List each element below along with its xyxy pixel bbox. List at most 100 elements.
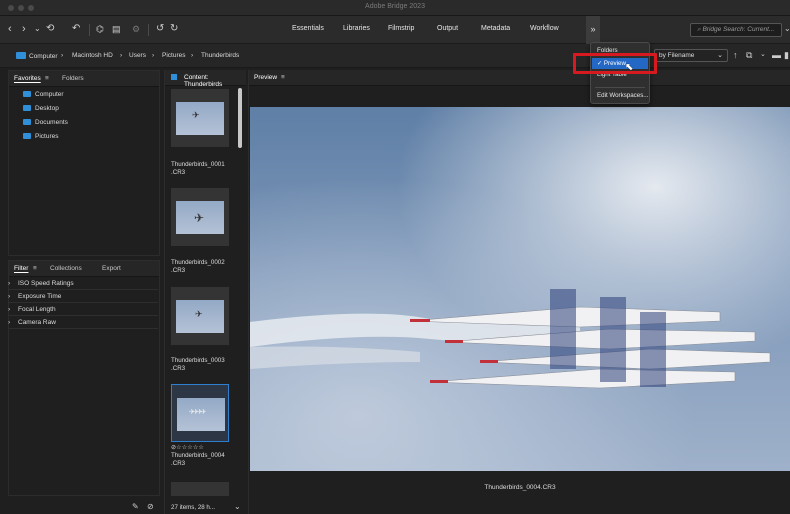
sort-by-select[interactable]: by Filename ⌄	[654, 49, 728, 62]
workspace-tab-essentials[interactable]: Essentials	[292, 25, 324, 32]
menu-item-edit-workspaces[interactable]: Edit Workspaces...	[597, 92, 648, 99]
breadcrumb-thunderbirds[interactable]: Thunderbirds	[201, 52, 239, 59]
content-panel-title: Content: Thunderbirds	[184, 74, 223, 88]
panel-menu-icon[interactable]: ≡	[33, 265, 37, 272]
rotate-left-icon[interactable]: ↺	[156, 22, 164, 36]
panel-menu-icon[interactable]: ≡	[281, 74, 285, 81]
settings-icon[interactable]: ⚙	[132, 22, 140, 36]
thumbnail-0001[interactable]: ✈	[171, 89, 229, 147]
search-placeholder: Bridge Search: Current...	[702, 26, 775, 33]
workspace-tab-output[interactable]: Output	[437, 25, 458, 32]
breadcrumb-separator: ›	[61, 52, 64, 59]
jet-icon: ✈	[192, 110, 200, 120]
preview-image[interactable]	[250, 107, 790, 471]
breadcrumb-separator: ›	[191, 52, 194, 59]
thunderbirds-photo	[250, 289, 771, 389]
rating-stars[interactable]: ⊘☆☆☆☆☆	[171, 444, 204, 451]
sort-by-label: by Filename	[659, 52, 695, 59]
breadcrumb-computer[interactable]: Computer	[16, 52, 58, 60]
workspace-tab-workflow[interactable]: Workflow	[530, 25, 559, 32]
tab-preview[interactable]: Preview	[254, 74, 277, 81]
breadcrumb-users[interactable]: Users	[129, 52, 146, 59]
content-scrollbar[interactable]	[238, 88, 242, 148]
more-workspaces-button[interactable]: »	[586, 16, 600, 44]
panel-menu-icon[interactable]: ≡	[45, 75, 49, 82]
thumbnail-0003[interactable]: ✈	[171, 287, 229, 345]
rotate-right-icon[interactable]: ↻	[170, 22, 178, 36]
main-toolbar: ‹ › ⌄ ⟲ ↶ ⌬ ▤ ⚙ ↺ ↻ Essentials Libraries…	[0, 16, 790, 44]
search-options-chevron-icon[interactable]: ⌄	[784, 24, 790, 33]
new-folder-icon[interactable]: ▬	[772, 50, 781, 60]
favorite-desktop[interactable]: Desktop	[23, 105, 59, 112]
breadcrumb-macintosh-hd[interactable]: Macintosh HD	[72, 52, 113, 59]
chevron-right-icon: ›	[8, 306, 11, 313]
sort-ascending-icon[interactable]: ↑	[733, 50, 738, 60]
content-status: 27 items, 28 h...	[171, 504, 216, 511]
title-bar: Adobe Bridge 2023	[0, 0, 790, 16]
thumbnail-image: ✈✈✈✈	[177, 398, 225, 431]
chevron-right-icon: ›	[8, 319, 11, 326]
filter-panel-tabs: Filter ≡ Collections Export	[9, 261, 159, 277]
mouse-cursor-icon: ⬉	[625, 62, 634, 73]
thumbnail-0005[interactable]	[171, 482, 229, 496]
back-icon[interactable]: ‹	[8, 22, 12, 36]
favorites-panel-tabs: Favorites ≡ Folders	[9, 71, 159, 87]
filter-row-exposure[interactable]: › Exposure Time	[8, 291, 158, 303]
workspace-tab-filmstrip[interactable]: Filmstrip	[388, 25, 414, 32]
chevron-down-icon[interactable]: ⌄	[760, 50, 766, 58]
menu-divider	[595, 87, 645, 88]
thumbnail-image: ✈	[176, 300, 224, 333]
jet-formation-icon: ✈✈✈✈	[189, 409, 207, 416]
pin-icon[interactable]: ✎	[132, 502, 139, 511]
filter-row-camera-raw[interactable]: › Camera Raw	[8, 317, 158, 329]
chevron-right-icon: ›	[8, 280, 11, 287]
thumbnail-label-0001[interactable]: Thunderbirds_0001 .CR3	[171, 161, 225, 177]
thumbnail-label-0004[interactable]: ⊘☆☆☆☆☆ Thunderbirds_0004 .CR3	[171, 444, 225, 468]
thumbnail-image: ✈	[176, 201, 224, 234]
no-filter-icon[interactable]: ⊘	[147, 502, 154, 511]
tab-collections[interactable]: Collections	[50, 265, 82, 272]
search-input[interactable]: ⌕ Bridge Search: Current...	[690, 23, 782, 37]
thumbnail-0002[interactable]: ✈	[171, 188, 229, 246]
content-panel-header: Content: Thunderbirds	[165, 70, 246, 88]
workspace-tab-metadata[interactable]: Metadata	[481, 25, 510, 32]
thumbnail-image: ✈	[176, 102, 224, 135]
folder-icon	[23, 105, 31, 111]
thumbnail-0004[interactable]: ✈✈✈✈	[171, 384, 229, 442]
thumbnail-label-0002[interactable]: Thunderbirds_0002 .CR3	[171, 259, 225, 275]
computer-icon	[23, 91, 31, 97]
recent-files-icon[interactable]: ⟲	[46, 22, 54, 36]
jet-icon: ✈	[195, 309, 203, 319]
folder-icon	[16, 52, 26, 59]
chevron-right-icon: ›	[8, 293, 11, 300]
workspace-tab-libraries[interactable]: Libraries	[343, 25, 370, 32]
breadcrumb-separator: ›	[120, 52, 123, 59]
boomerang-icon[interactable]: ↶	[72, 22, 80, 36]
filter-row-focal-length[interactable]: › Focal Length	[8, 304, 158, 316]
folder-icon	[23, 119, 31, 125]
jet-icon: ✈	[194, 211, 205, 225]
camera-icon[interactable]: ⌬	[96, 22, 104, 36]
tab-filter[interactable]: Filter	[14, 265, 28, 272]
breadcrumb-separator: ›	[152, 52, 155, 59]
chevron-down-icon[interactable]: ⌄	[34, 22, 41, 36]
filter-row-iso[interactable]: › ISO Speed Ratings	[8, 278, 158, 290]
preview-panel-tabs: Preview ≡	[249, 70, 790, 86]
tab-folders[interactable]: Folders	[62, 75, 84, 82]
delete-icon[interactable]: ▮	[784, 50, 789, 61]
tab-favorites[interactable]: Favorites	[14, 75, 41, 82]
folder-icon	[23, 133, 31, 139]
favorite-computer[interactable]: Computer	[23, 91, 64, 98]
thumbnail-label-0003[interactable]: Thunderbirds_0003 .CR3	[171, 357, 225, 373]
tab-export[interactable]: Export	[102, 265, 121, 272]
batch-rename-icon[interactable]: ▤	[112, 22, 121, 36]
chevron-down-icon[interactable]: ⌄	[234, 502, 241, 511]
open-recent-icon[interactable]: ⧉	[746, 50, 752, 61]
favorite-pictures[interactable]: Pictures	[23, 133, 58, 140]
favorite-documents[interactable]: Documents	[23, 119, 68, 126]
annotation-highlight-box	[573, 53, 657, 74]
breadcrumb-pictures[interactable]: Pictures	[162, 52, 185, 59]
content-color-icon	[171, 74, 177, 80]
forward-icon[interactable]: ›	[22, 22, 26, 36]
toolbar-divider	[89, 24, 90, 36]
